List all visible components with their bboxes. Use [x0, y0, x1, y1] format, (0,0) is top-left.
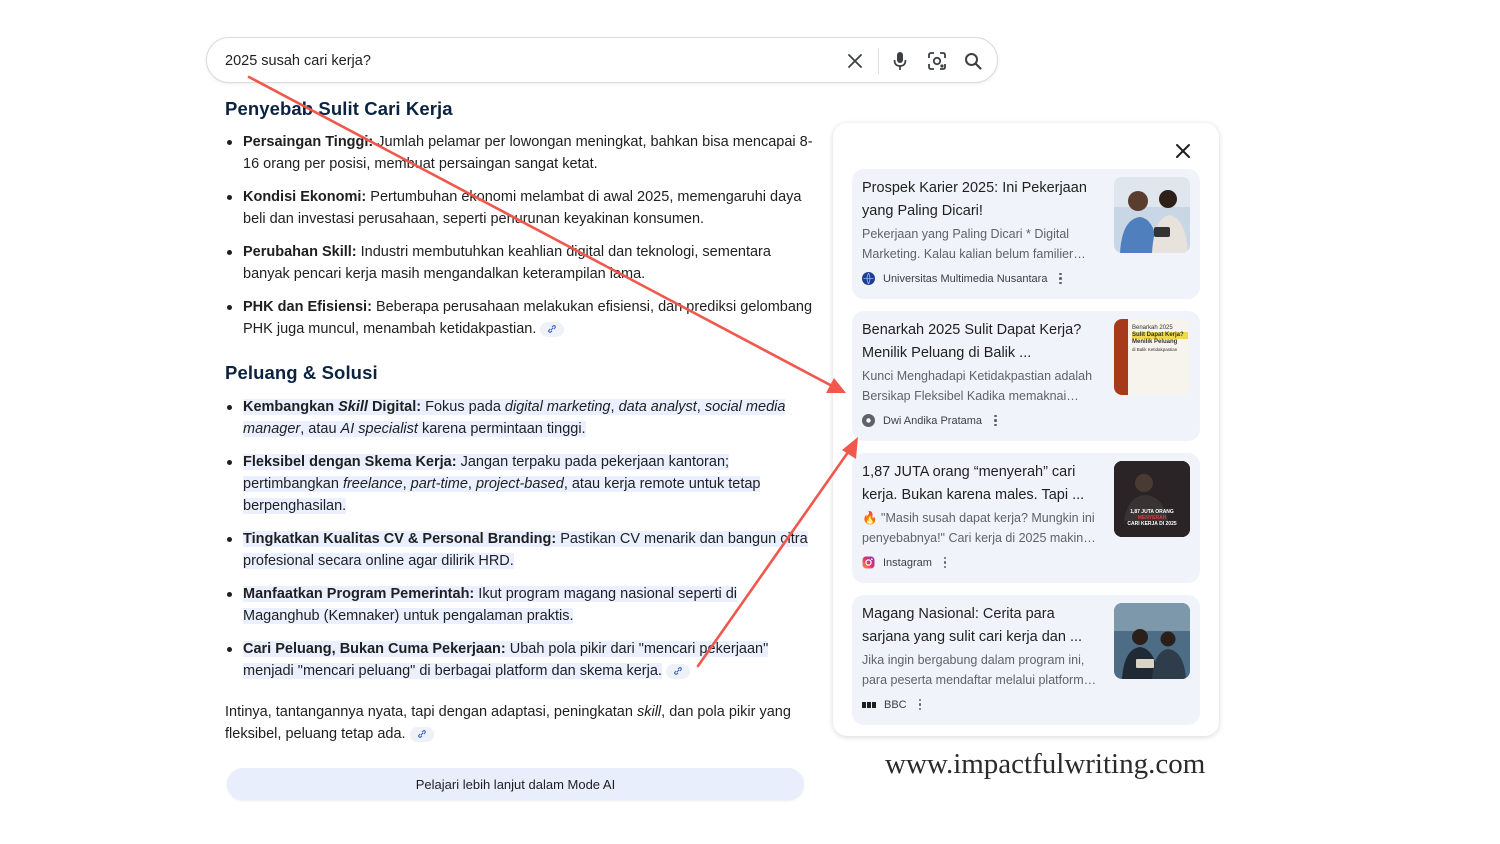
search-input[interactable] — [225, 50, 785, 72]
search-icon[interactable] — [962, 50, 984, 72]
search-bar — [206, 37, 998, 83]
watermark: www.impactfulwriting.com — [885, 748, 1206, 780]
source-thumbnail[interactable] — [1114, 603, 1190, 679]
list-item: Kembangkan Skill Digital: Fokus pada dig… — [225, 396, 815, 440]
site-icon — [862, 414, 875, 427]
source-thumbnail[interactable]: 1,87 JUTA ORANG MENYERAH CARI KERJA DI 2… — [1114, 461, 1190, 537]
item-label: Perubahan Skill: — [243, 244, 357, 260]
microphone-icon[interactable] — [889, 50, 911, 72]
source-title[interactable]: Benarkah 2025 Sulit Dapat Kerja? Menilik… — [862, 319, 1104, 364]
source-card[interactable]: Benarkah 2025 Sulit Dapat Kerja? Menilik… — [852, 311, 1200, 441]
source-snippet: Pekerjaan yang Paling Dicari * Digital Ma… — [862, 227, 1086, 261]
item-label: Kondisi Ekonomi: — [243, 189, 367, 205]
item-label: PHK dan Efisiensi: — [243, 299, 372, 315]
list-item: Tingkatkan Kualitas CV & Personal Brandi… — [225, 528, 815, 572]
source-snippet: Kunci Menghadapi Ketidakpastian adalah Be… — [862, 369, 1093, 403]
link-icon — [673, 667, 682, 675]
source-name: BBC — [884, 698, 907, 711]
source-name: Instagram — [883, 556, 932, 569]
source-name: Dwi Andika Pratama — [883, 414, 983, 427]
list-item: Manfaatkan Program Pemerintah: Ikut prog… — [225, 583, 815, 627]
ai-mode-button[interactable]: Pelajari lebih lanjut dalam Mode AI — [227, 768, 804, 800]
thumbnail-text: Benarkah 2025 — [1132, 325, 1173, 331]
thumbnail-text: Menilik Peluang — [1132, 339, 1178, 345]
source-attribution: Universitas Multimedia Nusantara — [862, 272, 1062, 285]
more-options-icon[interactable] — [943, 556, 947, 569]
source-attribution: BBC — [862, 698, 922, 711]
more-options-icon[interactable] — [1059, 272, 1062, 285]
highlighted-text: Kembangkan Skill Digital: Fokus pada dig… — [243, 399, 786, 437]
list-item: Cari Peluang, Bukan Cuma Pekerjaan: Ubah… — [225, 638, 815, 682]
close-icon[interactable] — [844, 50, 866, 72]
sources-panel: Prospek Karier 2025: Ini Pekerjaan yang … — [833, 123, 1219, 736]
highlighted-text: Tingkatkan Kualitas CV & Personal Brandi… — [243, 531, 808, 569]
section-heading-causes: Penyebab Sulit Cari Kerja — [225, 98, 453, 119]
thumbnail-text: CARI KERJA DI 2025 — [1127, 521, 1177, 527]
search-divider — [878, 48, 879, 74]
camera-lens-icon[interactable] — [926, 50, 948, 72]
thumbnail-text: Sulit Dapat Kerja? — [1132, 332, 1188, 339]
conclusion-paragraph: Intinya, tantangannya nyata, tapi dengan… — [225, 704, 791, 742]
globe-icon — [862, 272, 875, 285]
source-card[interactable]: Magang Nasional: Cerita para sarjana yan… — [852, 595, 1200, 725]
source-link-chip[interactable] — [665, 663, 690, 679]
source-link-chip[interactable] — [409, 726, 434, 742]
thumbnail-text: di Balik Ketidakpastian — [1132, 347, 1178, 352]
bbc-icon — [862, 698, 876, 711]
causes-list: Persaingan Tinggi: Jumlah pelamar per lo… — [225, 131, 815, 340]
link-icon — [417, 730, 426, 738]
more-options-icon[interactable] — [918, 698, 922, 711]
source-title[interactable]: Prospek Karier 2025: Ini Pekerjaan yang … — [862, 177, 1104, 222]
source-attribution: Instagram — [862, 556, 947, 569]
source-attribution: Dwi Andika Pratama — [862, 414, 997, 427]
list-item: Fleksibel dengan Skema Kerja: Jangan ter… — [225, 451, 815, 517]
solutions-list: Kembangkan Skill Digital: Fokus pada dig… — [225, 396, 815, 682]
list-item: PHK dan Efisiensi: Beberapa perusahaan m… — [225, 296, 815, 340]
link-icon — [548, 325, 557, 333]
source-thumbnail[interactable] — [1114, 177, 1190, 253]
source-card[interactable]: Prospek Karier 2025: Ini Pekerjaan yang … — [852, 169, 1200, 299]
source-title[interactable]: 1,87 JUTA orang “menyerah” cari kerja. B… — [862, 461, 1104, 506]
list-item: Persaingan Tinggi: Jumlah pelamar per lo… — [225, 131, 815, 175]
source-link-chip[interactable] — [540, 321, 565, 337]
source-name: Universitas Multimedia Nusantara — [883, 272, 1048, 285]
close-icon[interactable] — [1171, 139, 1195, 163]
source-thumbnail[interactable]: Benarkah 2025 Sulit Dapat Kerja? Menilik… — [1114, 319, 1190, 395]
source-snippet: 🔥 "Masih susah dapat kerja? Mungkin ini p… — [862, 511, 1096, 545]
source-snippet: Jika ingin bergabung dalam program ini, p… — [862, 653, 1097, 687]
source-card[interactable]: 1,87 JUTA orang “menyerah” cari kerja. B… — [852, 453, 1200, 583]
section-heading-solutions: Peluang & Solusi — [225, 362, 378, 383]
item-label: Persaingan Tinggi: — [243, 134, 374, 150]
list-item: Kondisi Ekonomi: Pertumbuhan ekonomi mel… — [225, 186, 815, 230]
instagram-icon — [862, 556, 875, 569]
highlighted-text: Fleksibel dengan Skema Kerja: Jangan ter… — [243, 454, 761, 514]
highlighted-text: Manfaatkan Program Pemerintah: Ikut prog… — [243, 586, 738, 624]
list-item: Perubahan Skill: Industri membutuhkan ke… — [225, 241, 815, 285]
ai-overview-answer: Penyebab Sulit Cari Kerja Persaingan Tin… — [225, 98, 815, 745]
more-options-icon[interactable] — [994, 414, 997, 427]
source-title[interactable]: Magang Nasional: Cerita para sarjana yan… — [862, 603, 1104, 648]
